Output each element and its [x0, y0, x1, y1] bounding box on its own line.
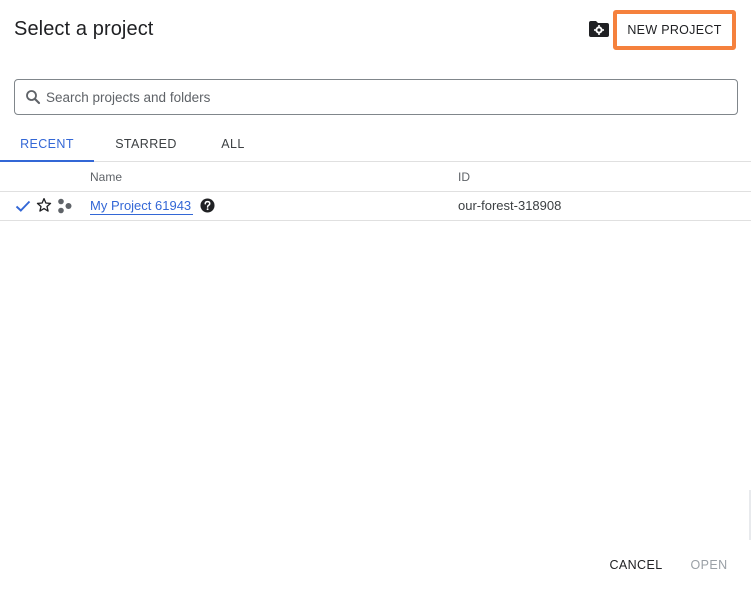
star-outline-icon[interactable]	[36, 197, 52, 213]
project-id: our-forest-318908	[458, 198, 562, 213]
column-header-id: ID	[458, 170, 470, 184]
folder-gear-icon[interactable]	[588, 20, 610, 38]
tab-recent[interactable]: RECENT	[0, 126, 94, 162]
new-project-button[interactable]: NEW PROJECT	[618, 15, 731, 45]
column-header-name: Name	[90, 170, 123, 184]
table-row[interactable]: My Project 61943 our-forest-318908	[0, 192, 751, 221]
check-icon	[15, 200, 31, 212]
table-header: Name ID	[0, 162, 751, 192]
select-project-dialog: Select a project NEW PROJECT RECENT STAR…	[0, 0, 751, 596]
tab-bar: RECENT STARRED ALL	[0, 126, 751, 162]
tab-all[interactable]: ALL	[198, 126, 268, 162]
search-icon	[26, 90, 41, 105]
tab-starred[interactable]: STARRED	[98, 126, 194, 162]
search-input[interactable]	[46, 82, 737, 112]
cancel-button[interactable]: CANCEL	[605, 553, 667, 577]
project-nodes-icon	[58, 198, 72, 214]
open-button[interactable]: OPEN	[686, 553, 732, 577]
search-box[interactable]	[14, 79, 738, 115]
dialog-title: Select a project	[14, 18, 154, 40]
project-name-link[interactable]: My Project 61943	[90, 198, 194, 215]
help-circle-icon[interactable]	[200, 198, 215, 213]
